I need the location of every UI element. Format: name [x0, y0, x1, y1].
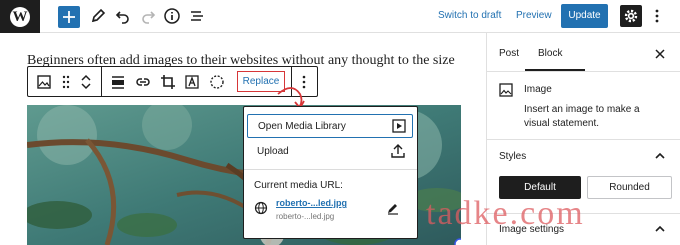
move-up-down-icon[interactable] — [77, 73, 95, 91]
text-overlay-icon[interactable] — [183, 73, 201, 91]
styles-panel-title[interactable]: Styles — [499, 151, 526, 162]
top-toolbar: W Switch to draft Preview Update — [0, 0, 680, 33]
open-media-library-label: Open Media Library — [258, 121, 346, 132]
block-name: Image — [524, 84, 552, 95]
sidebar-divider — [487, 139, 680, 140]
toolbar-separator — [101, 67, 102, 96]
open-media-library-item[interactable]: Open Media Library — [247, 114, 413, 138]
chevron-up-icon[interactable] — [653, 222, 667, 236]
image-icon — [499, 83, 513, 97]
dropdown-divider — [244, 169, 417, 170]
close-icon[interactable] — [653, 47, 667, 61]
upload-icon — [391, 144, 405, 158]
pencil-icon[interactable] — [89, 7, 107, 25]
list-view-icon[interactable] — [188, 7, 206, 25]
globe-icon — [254, 201, 268, 215]
upload-item[interactable]: Upload — [247, 140, 413, 164]
link-icon[interactable] — [134, 73, 152, 91]
watermark: tadke.com — [426, 195, 585, 232]
select-circle-icon[interactable] — [208, 73, 226, 91]
redo-icon[interactable] — [139, 7, 157, 25]
edit-pencil-icon[interactable] — [385, 200, 401, 216]
media-url-link[interactable]: roberto-...led.jpg — [276, 198, 347, 208]
wordpress-logo-icon[interactable]: W — [0, 0, 40, 33]
replace-dropdown: Open Media Library Upload Current media … — [243, 106, 418, 239]
more-vertical-icon[interactable] — [648, 7, 666, 25]
chevron-up-icon[interactable] — [653, 149, 667, 163]
settings-button[interactable] — [620, 5, 642, 27]
switch-to-draft-button[interactable]: Switch to draft — [438, 10, 501, 21]
update-button[interactable]: Update — [561, 4, 608, 28]
add-block-button[interactable] — [58, 6, 80, 28]
undo-icon[interactable] — [114, 7, 132, 25]
gear-icon — [624, 9, 638, 23]
block-description: Insert an image to make a visual stateme… — [524, 104, 640, 129]
tab-block[interactable]: Block — [538, 48, 562, 59]
drag-handle-icon[interactable] — [57, 73, 75, 91]
info-icon[interactable] — [163, 7, 181, 25]
crop-icon[interactable] — [159, 73, 177, 91]
align-icon[interactable] — [109, 73, 127, 91]
plus-icon — [63, 11, 75, 23]
image-icon[interactable] — [35, 73, 53, 91]
wordpress-logo-letter: W — [10, 6, 30, 27]
current-media-url-label: Current media URL: — [254, 180, 343, 191]
media-url-subtext: roberto-...led.jpg — [276, 212, 335, 221]
sidebar-divider — [487, 71, 680, 72]
tab-post[interactable]: Post — [499, 48, 519, 59]
media-library-icon — [392, 119, 406, 133]
style-rounded-button[interactable]: Rounded — [587, 176, 672, 199]
preview-button[interactable]: Preview — [516, 10, 552, 21]
upload-label: Upload — [257, 146, 289, 157]
